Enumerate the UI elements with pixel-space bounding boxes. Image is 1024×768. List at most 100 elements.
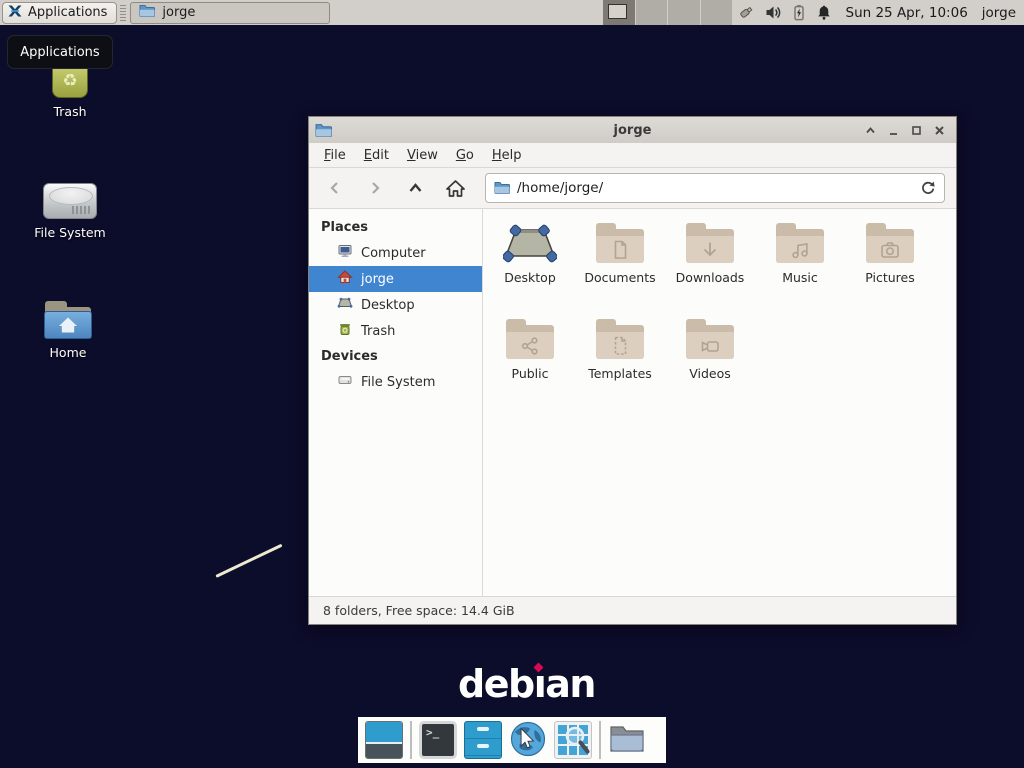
folder-icon bbox=[494, 179, 510, 198]
menu-help[interactable]: Help bbox=[483, 145, 531, 166]
file-manager-launcher[interactable] bbox=[464, 721, 502, 759]
reload-icon[interactable] bbox=[920, 180, 936, 196]
desktop-icon-file-system[interactable]: File System bbox=[20, 173, 120, 240]
wallpaper-swoosh bbox=[215, 544, 282, 578]
titlebar[interactable]: jorge bbox=[309, 117, 956, 143]
removable-device-icon[interactable] bbox=[737, 4, 755, 21]
terminal-launcher[interactable]: >_ bbox=[419, 721, 457, 759]
volume-icon[interactable] bbox=[764, 4, 782, 21]
file-label: Templates bbox=[588, 366, 652, 381]
workspace-2[interactable] bbox=[636, 0, 669, 25]
menu-file[interactable]: File bbox=[315, 145, 355, 166]
maximize-button[interactable] bbox=[909, 123, 924, 138]
taskbar-window-label: jorge bbox=[162, 5, 195, 20]
panel-grip[interactable] bbox=[120, 5, 126, 21]
file-label: Documents bbox=[584, 270, 655, 285]
file-item-documents[interactable]: Documents bbox=[575, 221, 665, 317]
debian-logo-text: deb bbox=[458, 662, 534, 706]
shade-button[interactable] bbox=[863, 123, 878, 138]
drive-icon bbox=[337, 372, 353, 392]
template-emblem bbox=[609, 335, 631, 357]
window-title: jorge bbox=[309, 123, 956, 138]
file-label: Pictures bbox=[865, 270, 915, 285]
home-folder-icon bbox=[18, 293, 118, 339]
file-label: Desktop bbox=[504, 270, 556, 285]
status-text: 8 folders, Free space: 14.4 GiB bbox=[323, 603, 515, 618]
notifications-bell-icon[interactable] bbox=[816, 4, 832, 21]
globe-browser-icon bbox=[509, 721, 547, 759]
taskbar-window-button[interactable]: jorge bbox=[130, 2, 330, 24]
back-button[interactable] bbox=[321, 174, 349, 202]
file-item-pictures[interactable]: Pictures bbox=[845, 221, 935, 317]
home-button[interactable] bbox=[441, 174, 469, 202]
sidebar-item-computer[interactable]: Computer bbox=[309, 240, 482, 266]
folder-icon bbox=[596, 223, 644, 263]
desktop-icon-label: File System bbox=[20, 225, 120, 240]
folder-icon bbox=[596, 319, 644, 359]
path-value[interactable]: /home/jorge/ bbox=[517, 180, 603, 196]
file-cabinet-icon bbox=[465, 722, 501, 739]
sidebar-item-label: Desktop bbox=[361, 298, 415, 313]
dock: >_ bbox=[358, 717, 666, 763]
show-desktop-button[interactable] bbox=[365, 721, 403, 759]
user-home-icon bbox=[337, 269, 353, 289]
file-item-music[interactable]: Music bbox=[755, 221, 845, 317]
folder-launcher[interactable] bbox=[608, 721, 646, 759]
sidebar-item-trash[interactable]: Trash bbox=[309, 318, 482, 344]
up-button[interactable] bbox=[401, 174, 429, 202]
trash-icon bbox=[337, 321, 353, 341]
menu-go[interactable]: Go bbox=[447, 145, 483, 166]
document-emblem bbox=[609, 239, 631, 261]
drive-icon bbox=[20, 173, 120, 219]
file-item-desktop[interactable]: Desktop bbox=[485, 221, 575, 317]
workspace-3[interactable] bbox=[668, 0, 701, 25]
sidebar-header-devices: Devices bbox=[309, 344, 482, 369]
path-bar[interactable]: /home/jorge/ bbox=[485, 173, 945, 203]
file-item-downloads[interactable]: Downloads bbox=[665, 221, 755, 317]
file-label: Public bbox=[512, 366, 549, 381]
workspace-window-preview bbox=[608, 4, 627, 19]
sidebar-item-desktop[interactable]: Desktop bbox=[309, 292, 482, 318]
applications-menu-button[interactable]: Applications bbox=[2, 2, 117, 24]
menu-edit[interactable]: Edit bbox=[355, 145, 398, 166]
workspace-switcher[interactable] bbox=[603, 0, 733, 25]
folder-open-icon bbox=[608, 724, 646, 756]
top-panel: Applications jorge bbox=[0, 0, 1024, 25]
desktop-icon-label: Home bbox=[18, 345, 118, 360]
file-item-public[interactable]: Public bbox=[485, 317, 575, 413]
battery-icon[interactable] bbox=[791, 4, 807, 21]
camera-emblem bbox=[879, 239, 901, 261]
toolbar: /home/jorge/ bbox=[309, 168, 956, 209]
folder-icon bbox=[866, 223, 914, 263]
trash-body: ♻ bbox=[52, 64, 88, 98]
panel-clock[interactable]: Sun 25 Apr, 10:06 bbox=[846, 5, 968, 21]
music-emblem bbox=[789, 239, 811, 261]
sidebar-header-places: Places bbox=[309, 215, 482, 240]
sidebar-item-file-system[interactable]: File System bbox=[309, 369, 482, 395]
file-item-videos[interactable]: Videos bbox=[665, 317, 755, 413]
download-emblem bbox=[699, 239, 721, 261]
close-button[interactable] bbox=[932, 123, 947, 138]
magnifier-icon bbox=[555, 722, 593, 760]
desktop: debıan Applications jorge bbox=[0, 0, 1024, 768]
folder-icon bbox=[686, 223, 734, 263]
panel-username[interactable]: jorge bbox=[982, 5, 1016, 21]
workspace-4[interactable] bbox=[701, 0, 734, 25]
minimize-button[interactable] bbox=[886, 123, 901, 138]
sidebar: Places Computer jorge Desktop Trash bbox=[309, 209, 483, 596]
web-browser-launcher[interactable] bbox=[509, 721, 547, 759]
desktop-icon-home[interactable]: Home bbox=[18, 293, 118, 360]
xfce-logo-icon bbox=[7, 3, 23, 23]
debian-wallpaper-logo: debıan bbox=[458, 662, 595, 706]
file-item-templates[interactable]: Templates bbox=[575, 317, 665, 413]
forward-button[interactable] bbox=[361, 174, 389, 202]
file-manager-window: jorge File Edit View Go Help bbox=[308, 116, 957, 625]
sidebar-item-label: File System bbox=[361, 375, 435, 390]
menu-view[interactable]: View bbox=[398, 145, 447, 166]
video-emblem bbox=[699, 335, 721, 357]
sidebar-item-jorge[interactable]: jorge bbox=[309, 266, 482, 292]
folder-icon bbox=[776, 223, 824, 263]
app-finder-launcher[interactable] bbox=[554, 721, 592, 759]
applications-tooltip: Applications bbox=[7, 35, 113, 69]
workspace-1[interactable] bbox=[603, 0, 636, 25]
